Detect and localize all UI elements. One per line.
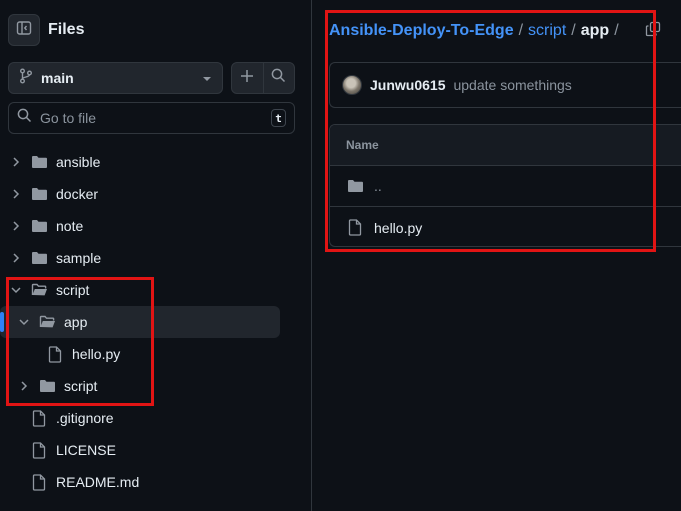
chevron-right-icon[interactable]: [8, 218, 24, 234]
tree-item-label: app: [64, 314, 88, 330]
tree-item-label: note: [56, 218, 84, 234]
sidebar-header: Files: [8, 14, 84, 46]
file-icon: [30, 441, 48, 459]
breadcrumb-separator: /: [614, 22, 619, 39]
tree-item-label: ansible: [56, 154, 101, 170]
tree-item-gitignore[interactable]: .gitignore: [0, 402, 312, 434]
tree-item-label: docker: [56, 186, 99, 202]
github-code-view: Files main Go to file t ansible docker n…: [0, 0, 681, 511]
chevron-down-icon[interactable]: [16, 314, 32, 330]
search-icon: [17, 108, 32, 128]
branch-name: main: [41, 70, 74, 86]
file-table-header: Name: [330, 125, 681, 166]
tree-item-readme[interactable]: README.md: [0, 466, 312, 498]
breadcrumb-separator: /: [518, 22, 524, 39]
avatar[interactable]: [342, 75, 362, 95]
tree-item-sample[interactable]: sample: [0, 242, 312, 274]
go-to-file-input[interactable]: Go to file t: [8, 102, 295, 134]
folder-icon: [30, 217, 48, 235]
plus-icon: [240, 69, 254, 88]
commit-message-link[interactable]: update somethings: [453, 77, 571, 93]
directory-file-table: Name .. hello.py: [329, 124, 681, 247]
breadcrumb-repo-link[interactable]: Ansible-Deploy-To-Edge: [329, 22, 514, 40]
tree-item-script-nested[interactable]: script: [0, 370, 312, 402]
tree-item-docker[interactable]: docker: [0, 178, 312, 210]
folder-icon: [30, 185, 48, 203]
tree-item-label: script: [56, 282, 90, 298]
selected-indicator: [0, 312, 4, 332]
parent-directory-link[interactable]: ..: [374, 178, 382, 194]
tree-item-app[interactable]: app: [0, 306, 280, 338]
file-icon: [30, 473, 48, 491]
folder-icon: [38, 377, 56, 395]
column-header-name: Name: [346, 138, 379, 152]
branch-selector-button[interactable]: main: [8, 62, 223, 94]
file-icon: [46, 345, 64, 363]
search-placeholder: Go to file: [40, 110, 97, 126]
tree-item-label: hello.py: [72, 346, 121, 362]
chevron-right-icon[interactable]: [16, 378, 32, 394]
breadcrumb-folder-link[interactable]: script: [528, 22, 566, 40]
table-row[interactable]: ..: [330, 166, 681, 207]
folder-open-icon: [30, 281, 48, 299]
folder-open-icon: [38, 313, 56, 331]
breadcrumb-separator: /: [571, 22, 576, 39]
breadcrumb-current: app: [580, 22, 610, 39]
folder-icon: [346, 177, 364, 195]
copy-icon: [645, 21, 661, 42]
collapse-sidebar-button[interactable]: [8, 14, 40, 46]
file-actions-group: [231, 62, 295, 94]
copy-path-button[interactable]: [644, 21, 662, 42]
search-code-button[interactable]: [262, 63, 295, 93]
tree-item-license[interactable]: LICENSE: [0, 434, 312, 466]
file-link[interactable]: hello.py: [374, 220, 422, 236]
chevron-right-icon[interactable]: [8, 250, 24, 266]
tree-item-script[interactable]: script: [0, 274, 312, 306]
tree-item-label: LICENSE: [56, 442, 116, 458]
tree-item-ansible[interactable]: ansible: [0, 146, 312, 178]
folder-icon: [30, 153, 48, 171]
breadcrumb: Ansible-Deploy-To-Edge / script / app /: [329, 20, 662, 42]
git-branch-icon: [19, 68, 33, 89]
sidebar-collapse-icon: [16, 20, 32, 41]
tree-item-label: sample: [56, 250, 102, 266]
caret-down-icon: [202, 69, 212, 87]
file-tree-sidebar: Files main Go to file t ansible docker n…: [0, 0, 312, 511]
keyboard-shortcut-hint: t: [271, 109, 286, 127]
table-row[interactable]: hello.py: [330, 207, 681, 246]
add-file-button[interactable]: [232, 63, 263, 93]
tree-item-label: README.md: [56, 474, 140, 490]
tree-item-note[interactable]: note: [0, 210, 312, 242]
chevron-right-icon[interactable]: [8, 154, 24, 170]
chevron-right-icon[interactable]: [8, 186, 24, 202]
commit-author-link[interactable]: Junwu0615: [370, 77, 445, 93]
branch-toolbar: main: [8, 62, 295, 94]
file-icon: [30, 409, 48, 427]
search-icon: [271, 68, 286, 88]
sidebar-title: Files: [48, 21, 85, 38]
tree-item-hello-py[interactable]: hello.py: [0, 338, 312, 370]
tree-item-label: .gitignore: [56, 410, 114, 426]
tree-item-label: script: [64, 378, 98, 394]
file-icon: [346, 219, 364, 237]
latest-commit-bar: Junwu0615 update somethings: [329, 62, 681, 108]
file-tree: ansible docker note sample script app he…: [0, 146, 312, 498]
folder-icon: [30, 249, 48, 267]
chevron-down-icon[interactable]: [8, 282, 24, 298]
